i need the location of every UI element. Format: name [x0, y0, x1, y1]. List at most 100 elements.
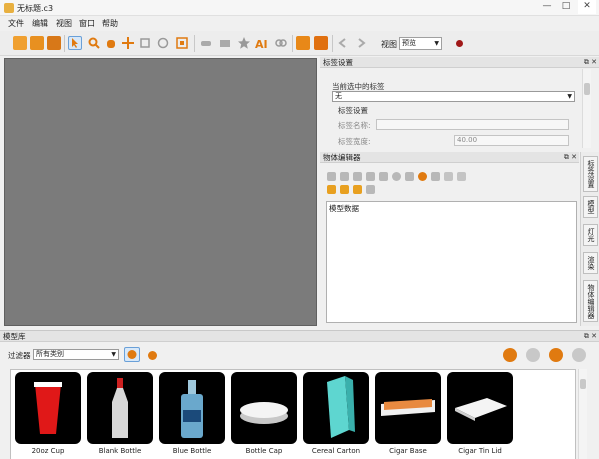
back-arrow-icon[interactable]: [336, 36, 350, 50]
window-title: 无标题.c3: [17, 4, 54, 13]
tab-tag-settings[interactable]: 标签设置: [583, 156, 598, 192]
panel-float-close-icons[interactable]: ⧉ ✕: [564, 152, 577, 163]
rotate-icon[interactable]: [156, 36, 170, 50]
chevron-down-icon: ▼: [111, 351, 116, 358]
tab-model[interactable]: 模型: [583, 196, 598, 218]
tag-name-input[interactable]: [376, 119, 569, 130]
menu-bar: 文件 编辑 视图 窗口 帮助: [0, 17, 599, 30]
current-tag-select[interactable]: 无 ▼: [332, 91, 575, 102]
tag-settings-scrollbar[interactable]: [582, 69, 591, 148]
ungroup-icon[interactable]: [340, 185, 349, 194]
view-mode-value: 预览: [402, 39, 416, 47]
panel-header: 标签设置 ⧉ ✕: [320, 57, 599, 68]
link-icon[interactable]: [274, 36, 288, 50]
stop-model-icon[interactable]: [572, 348, 586, 362]
chevron-down-icon: ▼: [567, 93, 572, 100]
group-icon[interactable]: [327, 185, 336, 194]
model-name: Cigar Tin Lid: [458, 447, 502, 455]
transform-icon[interactable]: [366, 185, 375, 194]
menu-file[interactable]: 文件: [8, 18, 24, 29]
bottle-cap-icon: [231, 372, 297, 444]
object-tree[interactable]: 模型数据: [326, 201, 577, 323]
tag-width-label: 标签宽度:: [338, 137, 371, 146]
forward-arrow-icon[interactable]: [354, 36, 368, 50]
menu-window[interactable]: 窗口: [79, 18, 95, 29]
tab-render[interactable]: 渲染: [583, 252, 598, 274]
texture-icon[interactable]: [431, 172, 440, 181]
export-model-icon[interactable]: [526, 348, 540, 362]
duplicate-icon[interactable]: [353, 185, 362, 194]
scrollbar-thumb[interactable]: [580, 379, 586, 389]
menu-help[interactable]: 帮助: [102, 18, 118, 29]
model-library-panel: 模型库 ⧉ ✕ 过滤器 所有类别 ▼ 20oz Cup Blank Bottle: [0, 330, 599, 459]
panel-title: 物体编辑器: [323, 153, 361, 162]
scale-icon[interactable]: [138, 36, 152, 50]
save-icon[interactable]: [47, 36, 61, 50]
category-filter-value: 所有类别: [36, 350, 64, 358]
menu-edit[interactable]: 编辑: [32, 18, 48, 29]
tag-group-label: 标签设置: [338, 106, 368, 115]
camera-icon[interactable]: [314, 36, 328, 50]
add-plane-icon[interactable]: [353, 172, 362, 181]
new-file-icon[interactable]: [13, 36, 27, 50]
record-icon[interactable]: [456, 40, 463, 47]
tag-icon[interactable]: [199, 36, 213, 50]
add-cylinder-icon[interactable]: [340, 172, 349, 181]
move-icon[interactable]: [121, 36, 135, 50]
view-mode-label: 视图: [381, 40, 397, 49]
model-name: Blue Bottle: [172, 447, 212, 455]
add-box-icon[interactable]: [327, 172, 336, 181]
view-mode-select[interactable]: 预览 ▼: [399, 37, 442, 50]
select-arrow-icon[interactable]: [68, 36, 82, 50]
model-name: 20oz Cup: [31, 447, 65, 455]
import-model-icon[interactable]: [124, 347, 140, 362]
toolbar-separator: [194, 35, 195, 52]
cigar-lid-icon: [447, 372, 513, 444]
3d-viewport[interactable]: [4, 58, 317, 326]
current-tag-value: 无: [335, 92, 342, 100]
panel-title: 标签设置: [323, 58, 353, 67]
tag-name-label: 标签名称:: [338, 121, 371, 130]
tag-width-input[interactable]: 40.00: [454, 135, 569, 146]
cigar-base-icon: [375, 372, 441, 444]
delete-icon[interactable]: [457, 172, 466, 181]
red-cup-icon: [15, 372, 81, 444]
tree-item-model-data[interactable]: 模型数据: [329, 203, 359, 214]
panel-title: 模型库: [3, 332, 26, 341]
add-disc-icon[interactable]: [379, 172, 388, 181]
star-icon[interactable]: [237, 36, 251, 50]
tag-settings-panel: 标签设置 ⧉ ✕ 当前选中的标签 无 ▼ 标签设置 标签名称: 标签宽度: 40…: [320, 57, 599, 149]
zoom-icon[interactable]: [87, 36, 101, 50]
panel-float-close-icons[interactable]: ⧉ ✕: [584, 331, 597, 342]
tab-object-editor[interactable]: 物体编辑器: [583, 280, 598, 322]
open-folder-icon[interactable]: [30, 36, 44, 50]
model-name: Cigar Base: [389, 447, 427, 455]
tab-lighting[interactable]: 灯光: [583, 224, 598, 246]
add-mesh-icon[interactable]: [366, 172, 375, 181]
model-grid-scrollbar[interactable]: [578, 369, 587, 459]
material-ball-icon[interactable]: [148, 351, 157, 360]
brush-icon[interactable]: [444, 172, 453, 181]
maximize-button[interactable]: □: [557, 0, 575, 14]
envelope-icon[interactable]: [218, 36, 232, 50]
model-name: Bottle Cap: [245, 447, 283, 455]
add-sphere-icon[interactable]: [392, 172, 401, 181]
menu-view[interactable]: 视图: [56, 18, 72, 29]
material-icon[interactable]: [418, 172, 427, 181]
svg-text:AI: AI: [255, 38, 268, 50]
add-cone-icon[interactable]: [405, 172, 414, 181]
close-button[interactable]: ✕: [578, 0, 596, 14]
bottle-icon: [87, 372, 153, 444]
add-model-icon[interactable]: [503, 348, 517, 362]
panel-float-close-icons[interactable]: ⧉ ✕: [584, 57, 597, 68]
category-filter-select[interactable]: 所有类别 ▼: [33, 349, 119, 360]
fit-view-icon[interactable]: [175, 36, 189, 50]
render-icon[interactable]: [296, 36, 310, 50]
play-model-icon[interactable]: [549, 348, 563, 362]
scrollbar-thumb[interactable]: [584, 83, 590, 95]
minimize-button[interactable]: —: [538, 0, 556, 14]
text-ai-icon[interactable]: AI: [255, 36, 269, 51]
toolbar-separator: [292, 35, 293, 52]
app-icon: [4, 3, 14, 13]
pan-hand-icon[interactable]: [104, 36, 118, 50]
